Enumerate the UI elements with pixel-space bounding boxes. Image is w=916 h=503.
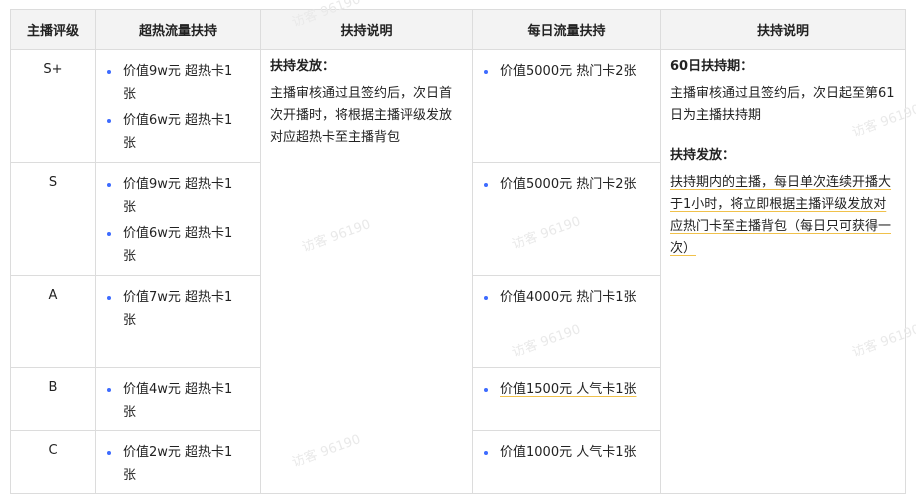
grade-cell: A [10, 275, 95, 367]
support-table: 主播评级 超热流量扶持 扶持说明 每日流量扶持 扶持说明 S+ 价值9w元 超热… [0, 0, 916, 503]
list-item: 价值2w元 超热卡1张 [96, 441, 233, 487]
header-desc2-label: 扶持说明 [756, 24, 809, 39]
list-item: 价值9w元 超热卡1张 [96, 173, 233, 219]
list-item: 价值6w元 超热卡1张 [96, 222, 233, 268]
hot-support-cell: 价值9w元 超热卡1张 价值6w元 超热卡1张 [95, 162, 260, 275]
grade-label: A [48, 288, 58, 303]
grade-cell: B [10, 367, 95, 430]
header-daily-support: 每日流量扶持 [472, 9, 660, 49]
desc-subtitle: 扶持发放： [670, 148, 736, 163]
hot-support-description: 扶持发放： 主播审核通过且签约后，次日首次开播时，将根据主播评级发放对应超热卡至… [260, 49, 472, 494]
list-item: 价值4w元 超热卡1张 [96, 378, 233, 424]
daily-support-cell: 价值5000元 热门卡2张 [472, 49, 660, 162]
list-item: 价值5000元 热门卡2张 [473, 173, 660, 196]
hot-support-cell: 价值2w元 超热卡1张 [95, 430, 260, 494]
grade-cell: C [10, 430, 95, 494]
grade-cell: S [10, 162, 95, 275]
hot-support-list: 价值9w元 超热卡1张 价值6w元 超热卡1张 [96, 60, 260, 155]
grade-label: S [48, 175, 58, 190]
hot-support-list: 价值7w元 超热卡1张 [96, 286, 260, 332]
daily-support-list: 价值5000元 热门卡2张 [473, 60, 660, 83]
hot-support-cell: 价值9w元 超热卡1张 价值6w元 超热卡1张 [95, 49, 260, 162]
header-grade: 主播评级 [10, 9, 95, 49]
header-hot-support: 超热流量扶持 [95, 9, 260, 49]
daily-support-cell: 价值4000元 热门卡1张 [472, 275, 660, 367]
header-daily-label: 每日流量扶持 [527, 24, 606, 39]
grade-label: S+ [43, 62, 63, 77]
hot-support-list: 价值4w元 超热卡1张 [96, 378, 260, 424]
header-hot-label: 超热流量扶持 [138, 24, 217, 39]
header-desc1-label: 扶持说明 [340, 24, 393, 39]
hot-support-list: 价值9w元 超热卡1张 价值6w元 超热卡1张 [96, 173, 260, 268]
desc-title: 扶持发放： [270, 59, 336, 74]
header-desc-1: 扶持说明 [260, 9, 472, 49]
list-item: 价值1500元 人气卡1张 [473, 378, 660, 401]
hot-support-cell: 价值4w元 超热卡1张 [95, 367, 260, 430]
hot-support-cell: 价值7w元 超热卡1张 [95, 275, 260, 367]
list-item: 价值4000元 热门卡1张 [473, 286, 660, 309]
list-item: 价值1000元 人气卡1张 [473, 441, 660, 464]
desc-body-2-text: 扶持期内的主播，每日单次连续开播大于1小时，将立即根据主播评级发放对应热门卡至主… [670, 175, 892, 256]
list-item: 价值7w元 超热卡1张 [96, 286, 233, 332]
desc-body: 主播审核通过且签约后，次日首次开播时，将根据主播评级发放对应超热卡至主播背包 [270, 86, 453, 145]
header-grade-label: 主播评级 [26, 24, 79, 39]
grade-cell: S+ [10, 49, 95, 162]
header-desc-2: 扶持说明 [660, 9, 906, 49]
daily-support-text: 价值1500元 人气卡1张 [500, 382, 637, 397]
daily-support-list: 价值5000元 热门卡2张 [473, 173, 660, 196]
daily-support-description: 60日扶持期： 主播审核通过且签约后，次日起至第61日为主播扶持期 扶持发放： … [660, 49, 906, 494]
daily-support-cell: 价值1500元 人气卡1张 [472, 367, 660, 430]
daily-support-list: 价值1500元 人气卡1张 [473, 378, 660, 401]
desc-title: 60日扶持期： [670, 59, 754, 74]
list-item: 价值6w元 超热卡1张 [96, 109, 233, 155]
daily-support-cell: 价值5000元 热门卡2张 [472, 162, 660, 275]
list-item: 价值9w元 超热卡1张 [96, 60, 233, 106]
grade-label: C [48, 443, 58, 458]
desc-body-2: 扶持期内的主播，每日单次连续开播大于1小时，将立即根据主播评级发放对应热门卡至主… [670, 172, 896, 260]
desc-body: 主播审核通过且签约后，次日起至第61日为主播扶持期 [670, 86, 895, 123]
grade-label: B [48, 380, 58, 395]
list-item: 价值5000元 热门卡2张 [473, 60, 660, 83]
daily-support-list: 价值4000元 热门卡1张 [473, 286, 660, 309]
hot-support-list: 价值2w元 超热卡1张 [96, 441, 260, 487]
daily-support-cell: 价值1000元 人气卡1张 [472, 430, 660, 494]
daily-support-list: 价值1000元 人气卡1张 [473, 441, 660, 464]
